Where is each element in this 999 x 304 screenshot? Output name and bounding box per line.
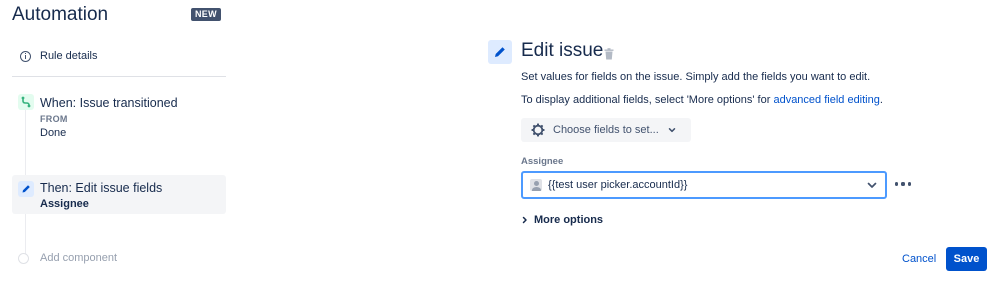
more-actions-icon[interactable]: [895, 177, 911, 191]
save-button[interactable]: Save: [946, 247, 987, 271]
rule-details-link[interactable]: Rule details: [20, 50, 97, 62]
chevron-right-icon: [522, 216, 527, 224]
editor-additional-text: To display additional fields, select 'Mo…: [521, 94, 883, 106]
assignee-select[interactable]: {{test user picker.accountId}}: [521, 171, 887, 199]
add-circle-icon: [18, 252, 29, 264]
from-label: FROM: [40, 114, 68, 124]
sidebar-divider: [12, 76, 226, 77]
chevron-down-icon: [668, 128, 676, 133]
info-icon: [20, 50, 31, 62]
action-subtitle: Assignee: [40, 198, 89, 210]
pencil-icon: [18, 181, 34, 197]
add-component-button[interactable]: Add component: [18, 252, 117, 264]
from-value: Done: [40, 127, 67, 139]
cancel-button[interactable]: Cancel: [898, 247, 940, 271]
editor-description: Set values for fields on the issue. Simp…: [521, 71, 871, 83]
assignee-value: {{test user picker.accountId}}: [548, 179, 688, 191]
new-badge: NEW: [191, 8, 221, 21]
more-options-label: More options: [534, 214, 604, 226]
trigger-title: When: Issue transitioned: [40, 96, 178, 110]
additional-prefix: To display additional fields, select 'Mo…: [521, 94, 774, 106]
choose-fields-button[interactable]: Choose fields to set...: [521, 118, 691, 142]
edit-pencil-icon: [488, 40, 512, 64]
more-options-toggle[interactable]: More options: [521, 214, 603, 226]
assignee-field-label: Assignee: [521, 156, 564, 167]
choose-fields-label: Choose fields to set...: [553, 124, 659, 136]
chevron-down-icon[interactable]: [865, 178, 879, 192]
dot: [895, 182, 899, 186]
trash-icon[interactable]: [604, 47, 614, 60]
editor-title: Edit issue: [521, 40, 604, 61]
additional-suffix: .: [879, 94, 883, 106]
gear-icon: [531, 123, 545, 137]
user-avatar-icon: [530, 179, 542, 191]
advanced-field-editing-link[interactable]: advanced field editing: [773, 94, 879, 106]
add-component-label: Add component: [40, 252, 118, 264]
transition-icon: [18, 94, 34, 110]
rule-details-label: Rule details: [40, 50, 98, 62]
dot: [901, 182, 905, 186]
trigger-step[interactable]: When: Issue transitioned FROM Done: [12, 90, 226, 150]
page-title: Automation: [12, 4, 109, 25]
dot: [907, 182, 911, 186]
action-step[interactable]: Then: Edit issue fields Assignee: [12, 175, 226, 214]
action-title: Then: Edit issue fields: [40, 181, 163, 195]
